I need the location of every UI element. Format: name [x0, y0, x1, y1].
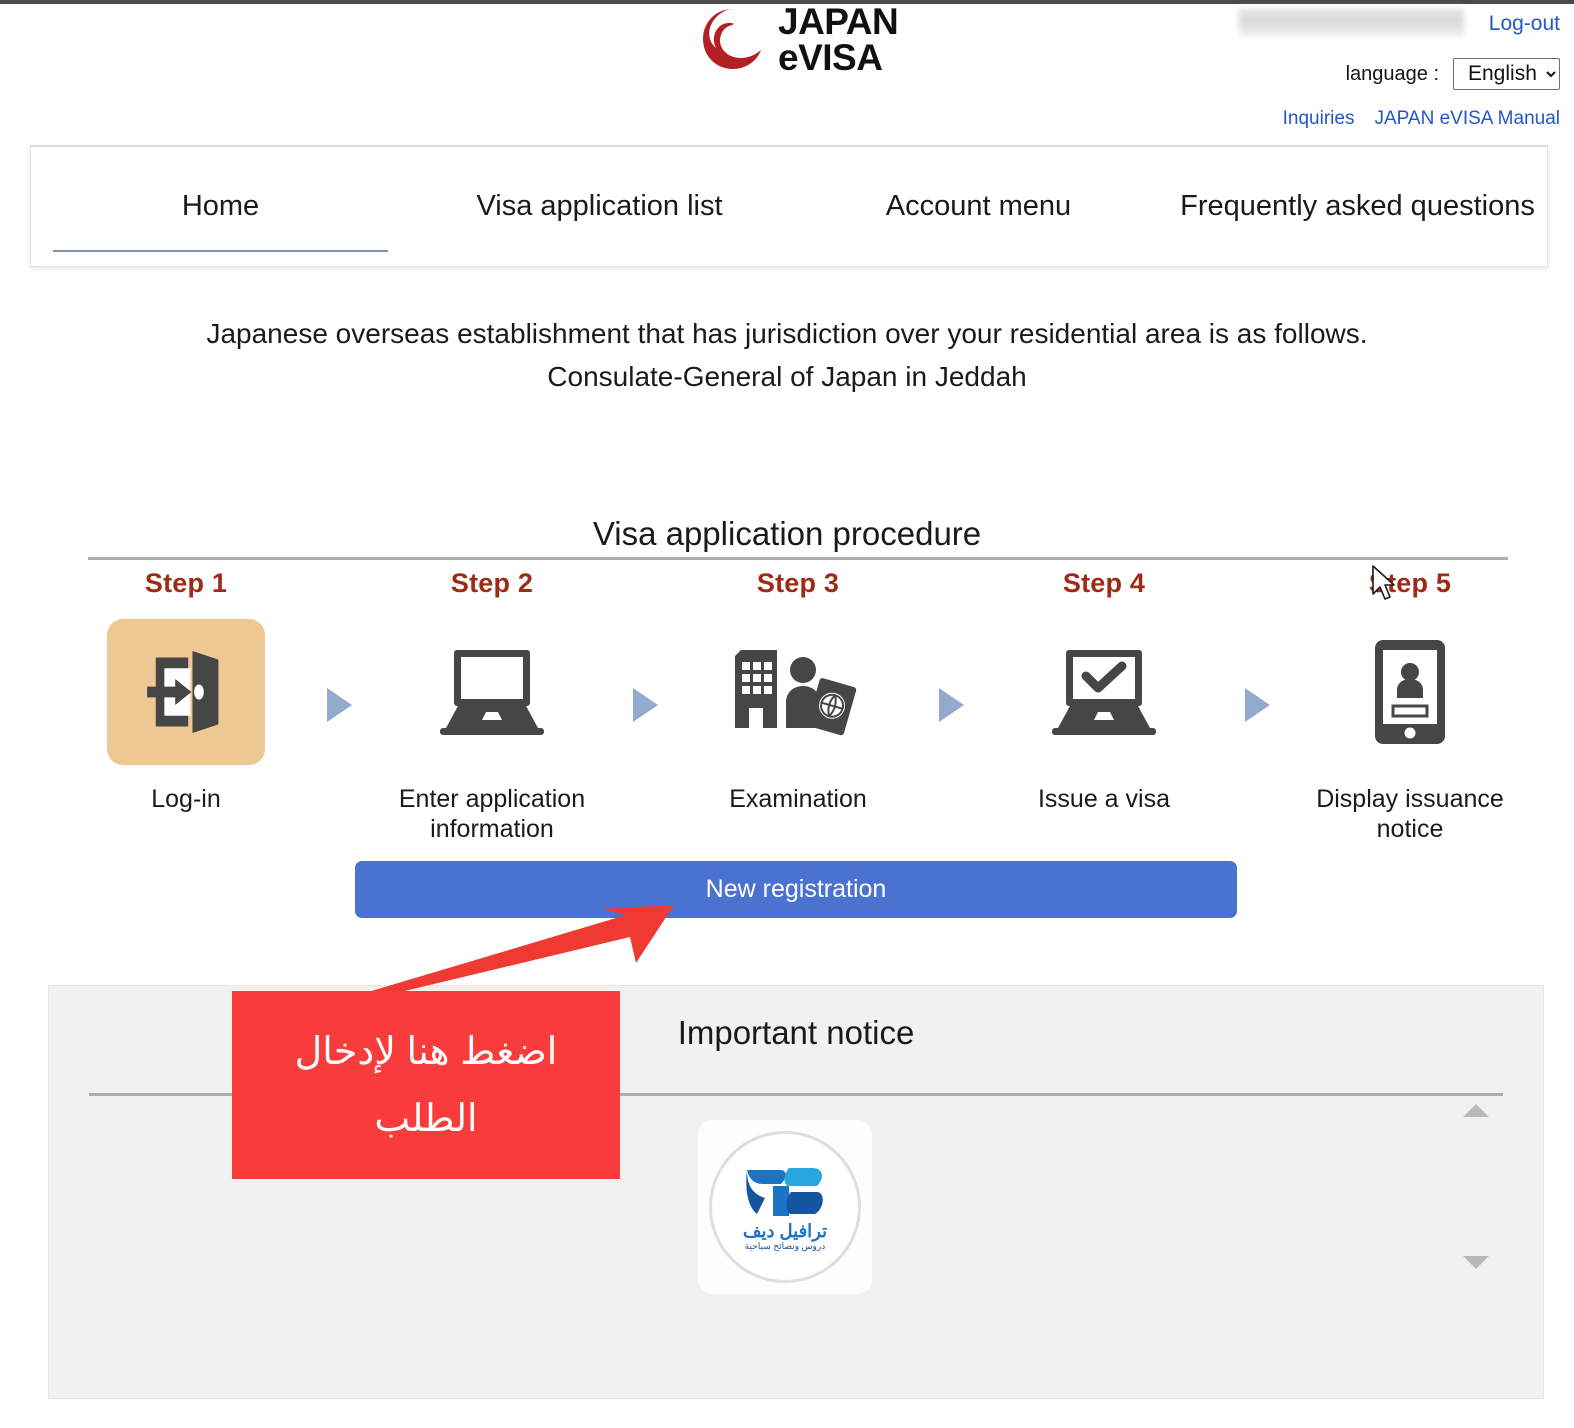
- logo-line-2: eVISA: [778, 37, 883, 79]
- step-5-icon-box: [1331, 619, 1489, 765]
- nav-item-visa-application-list[interactable]: Visa application list: [410, 147, 789, 266]
- laptop-check-icon: [1052, 650, 1156, 735]
- step-3-caption: Examination: [729, 785, 867, 813]
- scroll-up-arrow-icon[interactable]: [1463, 1104, 1489, 1117]
- step-arrow-1: [284, 568, 394, 722]
- step-3: Step 3 Examination: [700, 568, 896, 815]
- procedure-title: Visa application procedure: [592, 515, 982, 552]
- step-arrow-4: [1202, 568, 1312, 722]
- evisa-manual-link[interactable]: JAPAN eVISA Manual: [1374, 108, 1560, 130]
- main-navigation: Home Visa application list Account menu …: [30, 145, 1548, 267]
- step-1-icon-box: [107, 619, 265, 765]
- step-4-icon-box: [1025, 619, 1183, 765]
- annotation-callout: اضغط هنا لإدخال الطلب: [232, 991, 620, 1179]
- chevron-right-icon: [938, 688, 964, 722]
- step-arrow-3: [896, 568, 1006, 722]
- chevron-right-icon: [632, 688, 658, 722]
- step-4-label: Step 4: [1062, 568, 1146, 598]
- site-logo[interactable]: JAPAN eVISA: [700, 1, 899, 79]
- header-links: Inquiries JAPAN eVISA Manual: [1283, 108, 1560, 130]
- username-redacted: [1239, 8, 1464, 36]
- step-2-icon-box: [413, 619, 571, 765]
- step-5: Step 5 Display issuance notice: [1312, 568, 1508, 844]
- step-arrow-2: [590, 568, 700, 722]
- jurisdiction-line-2: Consulate-General of Japan in Jeddah: [547, 361, 1027, 393]
- step-5-caption: Display issuance notice: [1316, 785, 1504, 843]
- language-label: language :: [1345, 62, 1439, 85]
- step-3-icon-box: [719, 619, 877, 765]
- scroll-down-arrow-icon[interactable]: [1463, 1256, 1489, 1269]
- inquiries-link[interactable]: Inquiries: [1283, 108, 1355, 130]
- step-1: Step 1 Log-in: [88, 568, 284, 815]
- watermark-logo: ترافيل ديف دروس ونصائح سياحية: [698, 1120, 872, 1294]
- step-1-label: Step 1: [144, 568, 228, 598]
- building-passport-icon: [735, 650, 857, 736]
- smartphone-id-icon: [1375, 640, 1445, 744]
- step-2-caption: Enter application information: [398, 785, 586, 843]
- watermark-tagline: دروس ونصائح سياحية: [744, 1240, 826, 1251]
- watermark-name: ترافيل ديف: [742, 1220, 828, 1241]
- japan-evisa-logo-icon: [703, 9, 761, 70]
- annotation-line-1: اضغط هنا لإدخال: [294, 1031, 558, 1073]
- nav-item-faq[interactable]: Frequently asked questions: [1168, 147, 1547, 266]
- step-4-caption: Issue a visa: [1037, 785, 1170, 813]
- step-3-label: Step 3: [756, 568, 840, 598]
- site-header: JAPAN eVISA Log-out language : English I…: [0, 0, 1574, 142]
- annotation-line-2: الطلب: [374, 1098, 478, 1140]
- language-switcher: language : English: [1346, 58, 1560, 90]
- nav-item-account-menu[interactable]: Account menu: [789, 147, 1168, 266]
- step-2-label: Step 2: [450, 568, 534, 598]
- language-select[interactable]: English: [1453, 58, 1560, 90]
- logo-line-1: JAPAN: [778, 1, 899, 42]
- step-4: Step 4 Issue a visa: [1006, 568, 1202, 815]
- logout-link[interactable]: Log-out: [1489, 12, 1560, 36]
- laptop-icon: [440, 650, 544, 735]
- jurisdiction-message: Japanese overseas establishment that has…: [0, 312, 1574, 399]
- procedure-divider: [88, 557, 1508, 560]
- chevron-right-icon: [326, 688, 352, 722]
- step-2: Step 2 Enter application information: [394, 568, 590, 844]
- new-registration-button[interactable]: New registration: [355, 861, 1237, 918]
- step-1-caption: Log-in: [151, 785, 221, 813]
- procedure-steps: Step 1 Log-in Step 2 Enter application i…: [88, 568, 1508, 858]
- site-logo-text: JAPAN eVISA: [778, 1, 899, 79]
- chevron-right-icon: [1244, 688, 1270, 722]
- step-5-label: Step 5: [1368, 568, 1452, 598]
- watermark-circle: ترافيل ديف دروس ونصائح سياحية: [709, 1131, 861, 1283]
- travel-dev-logo-icon: [746, 1167, 823, 1216]
- jurisdiction-line-1: Japanese overseas establishment that has…: [206, 318, 1368, 349]
- nav-item-home[interactable]: Home: [31, 147, 410, 266]
- door-login-icon: [147, 650, 219, 734]
